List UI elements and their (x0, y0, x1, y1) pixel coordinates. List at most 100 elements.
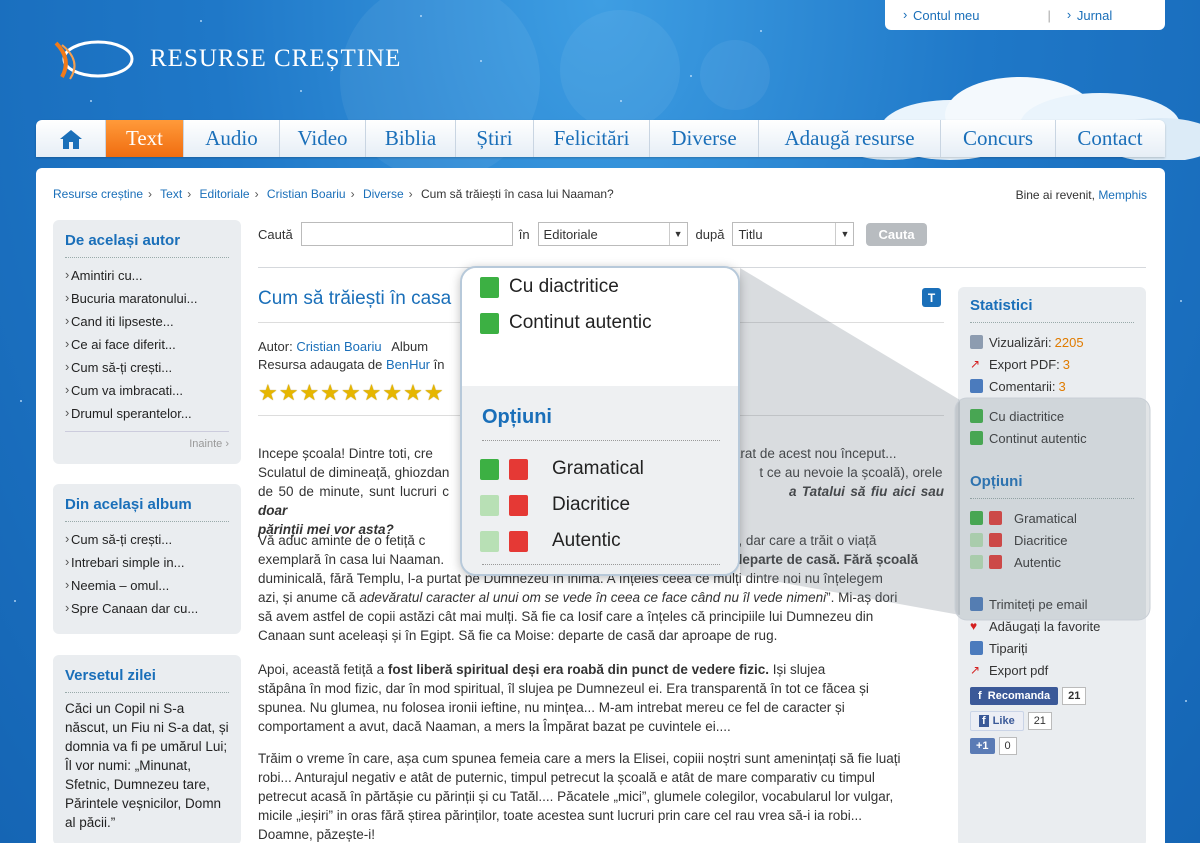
list-item[interactable]: Amintiri cu... (65, 264, 229, 287)
journal-link[interactable]: Jurnal (1061, 7, 1112, 23)
nav-video[interactable]: Video (280, 120, 366, 157)
welcome-message: Bine ai revenit, Memphis (1016, 188, 1147, 202)
authentic-status: Continut autentic (970, 427, 1134, 449)
approve-icon[interactable] (970, 511, 983, 525)
author-label: Autor: (258, 339, 293, 354)
same-author-box: De același autor Amintiri cu... Bucuria … (53, 220, 241, 464)
approve-icon[interactable] (480, 494, 499, 516)
breadcrumb-author[interactable]: Cristian Boariu (267, 187, 346, 201)
account-link[interactable]: Contul meu (897, 7, 979, 23)
search-input[interactable] (300, 222, 513, 246)
report-icon[interactable] (989, 511, 1002, 525)
list-item[interactable]: Cum să-ți crești... (65, 356, 229, 379)
option-authentic[interactable]: Autentic (970, 551, 1134, 573)
list-item[interactable]: Cum va imbracati... (65, 379, 229, 402)
magnified-option-authentic[interactable]: Autentic (480, 530, 621, 552)
list-item[interactable]: Ce ai face diferit... (65, 333, 229, 356)
site-logo[interactable]: RESURSE CREȘTINE (52, 37, 401, 81)
magnified-option-grammar[interactable]: Gramatical (480, 458, 644, 480)
star-icon: ★ (403, 380, 423, 405)
email-link[interactable]: Trimiteți pe email (970, 593, 1134, 615)
approve-icon[interactable] (970, 533, 983, 547)
star-icon: ★ (258, 380, 278, 405)
pdf-count-row: ↗ Export PDF: 3 (970, 356, 1071, 372)
heart-icon: ♥ (970, 619, 978, 633)
magnified-diacritics-status: Cu diactritice (480, 276, 619, 298)
comment-icon (970, 379, 983, 393)
breadcrumb-diverse[interactable]: Diverse (363, 187, 404, 201)
views-row: Vizualizări: 2205 (970, 331, 1134, 353)
author-link[interactable]: Cristian Boariu (296, 339, 381, 354)
nav-biblia[interactable]: Biblia (366, 120, 456, 157)
breadcrumb-home[interactable]: Resurse creștine (53, 187, 143, 201)
top-user-bar: Contul meu | Jurnal (885, 0, 1165, 30)
magnified-authentic-status: Continut autentic (480, 312, 652, 334)
added-by-suffix: în (433, 357, 445, 372)
nav-diverse[interactable]: Diverse (650, 120, 759, 157)
star-icon: ★ (278, 380, 299, 405)
list-item[interactable]: Spre Canaan dar cu... (65, 597, 229, 620)
report-icon[interactable] (509, 494, 528, 516)
favorites-link[interactable]: ♥ Adăugați la favorite (970, 615, 1134, 637)
verse-of-day-box: Versetul zilei Căci un Copil ni S-a născ… (53, 655, 241, 843)
option-diacritics[interactable]: Diacritice (970, 529, 1134, 551)
breadcrumb-text[interactable]: Text (160, 187, 182, 201)
nav-audio[interactable]: Audio (184, 120, 280, 157)
verse-title: Versetul zilei (65, 667, 229, 693)
list-item[interactable]: Cum să-ți crești... (65, 528, 229, 551)
top-bar-divider: | (1047, 7, 1051, 23)
star-icon: ★ (299, 380, 320, 405)
category-select-value: Editoriale (543, 226, 598, 242)
nav-felicitari[interactable]: Felicitări (534, 120, 650, 157)
breadcrumb-editoriale[interactable]: Editoriale (200, 187, 250, 201)
nav-text[interactable]: Text (106, 120, 184, 157)
category-select[interactable]: Editoriale ▼ (537, 222, 688, 246)
chevron-down-icon: ▼ (668, 223, 687, 245)
facebook-like-button[interactable]: f Like (970, 711, 1024, 731)
search-bar: Caută în Editoriale ▼ după Titlu ▼ Cauta (258, 222, 927, 246)
list-item[interactable]: Neemia – omul... (65, 574, 229, 597)
approve-icon[interactable] (480, 530, 499, 552)
article-paragraph: Apoi, această fetiță a fost liberă spiri… (258, 662, 869, 734)
search-button[interactable]: Cauta (866, 222, 927, 246)
article-title: Cum să trăiești în casa (258, 288, 452, 309)
search-in-label: în (518, 226, 530, 242)
list-item[interactable]: Drumul sperantelor... (65, 402, 229, 425)
options-title: Opțiuni (970, 473, 1134, 499)
approve-icon[interactable] (480, 458, 499, 480)
report-icon[interactable] (509, 458, 528, 480)
star-icon: ★ (340, 380, 361, 405)
article-paragraph: Trăim o vreme în care, așa cum spunea fe… (258, 751, 901, 842)
home-icon (59, 129, 82, 149)
facebook-recommend-button[interactable]: f Recomanda (970, 687, 1059, 705)
list-item[interactable]: Intrebari simple in... (65, 551, 229, 574)
magnifier-gap (462, 360, 738, 386)
added-by-link[interactable]: BenHur (386, 357, 430, 372)
rating-stars[interactable]: ★ ★ ★ ★ ★ ★ ★ ★ ★ (258, 380, 445, 406)
report-icon[interactable] (989, 533, 1002, 547)
nav-contact[interactable]: Contact (1056, 120, 1164, 157)
print-link[interactable]: Tipariți (970, 637, 1134, 659)
nav-concurs[interactable]: Concurs (941, 120, 1056, 157)
export-pdf-link[interactable]: ↗ Export pdf (970, 659, 1134, 681)
field-select-value: Titlu (738, 226, 763, 242)
option-grammar[interactable]: Gramatical (970, 507, 1134, 529)
list-item[interactable]: Cand iti lipseste... (65, 310, 229, 333)
text-size-icon[interactable]: T (922, 288, 941, 307)
document-icon (970, 431, 983, 445)
report-icon[interactable] (509, 530, 528, 552)
nav-adauga-resurse[interactable]: Adaugă resurse (759, 120, 941, 157)
approve-icon[interactable] (970, 555, 983, 569)
next-link[interactable]: Inainte › (65, 431, 229, 450)
list-item[interactable]: Bucuria maratonului... (65, 287, 229, 310)
like-count: 21 (1027, 712, 1052, 730)
report-icon[interactable] (989, 555, 1002, 569)
google-plus-button[interactable]: +1 (970, 738, 995, 754)
nav-stiri[interactable]: Știri (456, 120, 534, 157)
magnified-option-diacritics[interactable]: Diacritice (480, 494, 630, 516)
nav-home[interactable] (36, 120, 106, 157)
divider (482, 564, 720, 565)
magnified-options-title: Opțiuni (482, 406, 552, 428)
field-select[interactable]: Titlu ▼ (732, 222, 855, 246)
username-link[interactable]: Memphis (1098, 188, 1147, 202)
